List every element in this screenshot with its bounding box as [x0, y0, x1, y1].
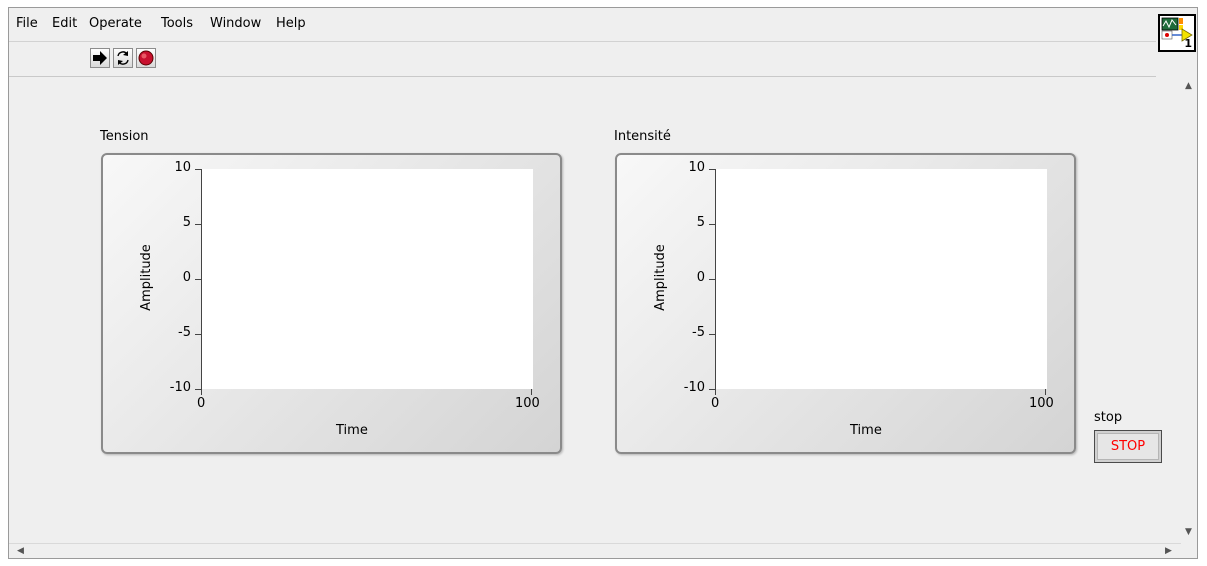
scroll-left-arrow-icon[interactable]: ◀: [17, 547, 24, 556]
x-tick-mark: [531, 389, 532, 395]
y-tick-label: 0: [182, 270, 191, 285]
y-tick-mark: [195, 169, 201, 170]
run-continuously-icon: [117, 51, 129, 65]
y-tick-label: -5: [178, 325, 191, 340]
plot-area[interactable]: [715, 169, 1047, 389]
menu-edit[interactable]: Edit: [52, 16, 77, 31]
x-axis-title: Time: [336, 423, 368, 438]
y-tick-label: 10: [174, 160, 191, 175]
y-axis-title: Amplitude: [138, 244, 154, 311]
graph-label-tension: Tension: [100, 129, 149, 144]
y-tick-label: -10: [683, 380, 705, 395]
x-tick-mark: [715, 389, 716, 395]
graph-label-intensite: Intensité: [614, 129, 671, 144]
vertical-scrollbar[interactable]: ▲ ▼: [1181, 76, 1197, 542]
menu-help[interactable]: Help: [276, 16, 306, 31]
menu-operate[interactable]: Operate: [89, 16, 142, 31]
abort-execution-icon: [138, 50, 154, 66]
menu-window[interactable]: Window: [210, 16, 261, 31]
vi-icon-number: 1: [1184, 37, 1192, 50]
horizontal-scrollbar[interactable]: ◀ ▶: [9, 543, 1181, 560]
y-tick-label: -5: [692, 325, 705, 340]
y-tick-label: 0: [696, 270, 705, 285]
toolbar: [9, 41, 1156, 77]
y-tick-label: 5: [696, 215, 705, 230]
y-tick-label: 5: [182, 215, 191, 230]
stop-button[interactable]: STOP: [1094, 430, 1162, 463]
x-axis-title: Time: [850, 423, 882, 438]
vi-icon-panel[interactable]: 1: [1158, 14, 1196, 52]
run-button[interactable]: [90, 48, 110, 68]
y-tick-mark: [195, 279, 201, 280]
x-tick-label: 100: [1029, 396, 1054, 411]
run-continuously-button[interactable]: [113, 48, 133, 68]
waveform-graph-intensite[interactable]: 10 5 0 -5 -10 0 100 Time Amplitude: [615, 153, 1076, 454]
menu-tools[interactable]: Tools: [161, 16, 193, 31]
abort-button[interactable]: [136, 48, 156, 68]
run-arrow-icon: [93, 51, 107, 65]
y-axis-title: Amplitude: [652, 244, 668, 311]
stop-button-text: STOP: [1097, 433, 1159, 460]
y-tick-mark: [709, 334, 715, 335]
scroll-up-arrow-icon[interactable]: ▲: [1185, 82, 1192, 91]
x-tick-mark: [1045, 389, 1046, 395]
x-tick-mark: [201, 389, 202, 395]
x-tick-label: 100: [515, 396, 540, 411]
front-panel-window: File Edit Operate Tools Window Help 1 ▲ …: [8, 7, 1198, 559]
y-tick-label: 10: [688, 160, 705, 175]
x-tick-label: 0: [711, 396, 720, 411]
y-tick-mark: [709, 224, 715, 225]
menu-file[interactable]: File: [16, 16, 38, 31]
stop-label: stop: [1094, 410, 1123, 425]
y-tick-mark: [195, 224, 201, 225]
waveform-graph-tension[interactable]: 10 5 0 -5 -10 0 100 Time Amplitude: [101, 153, 562, 454]
y-tick-mark: [195, 334, 201, 335]
x-tick-label: 0: [197, 396, 206, 411]
scroll-down-arrow-icon[interactable]: ▼: [1185, 528, 1192, 537]
menu-bar: File Edit Operate Tools Window Help: [9, 8, 1156, 40]
y-tick-label: -10: [169, 380, 191, 395]
y-tick-mark: [709, 279, 715, 280]
plot-area[interactable]: [201, 169, 533, 389]
y-tick-mark: [709, 169, 715, 170]
scroll-right-arrow-icon[interactable]: ▶: [1165, 547, 1172, 556]
